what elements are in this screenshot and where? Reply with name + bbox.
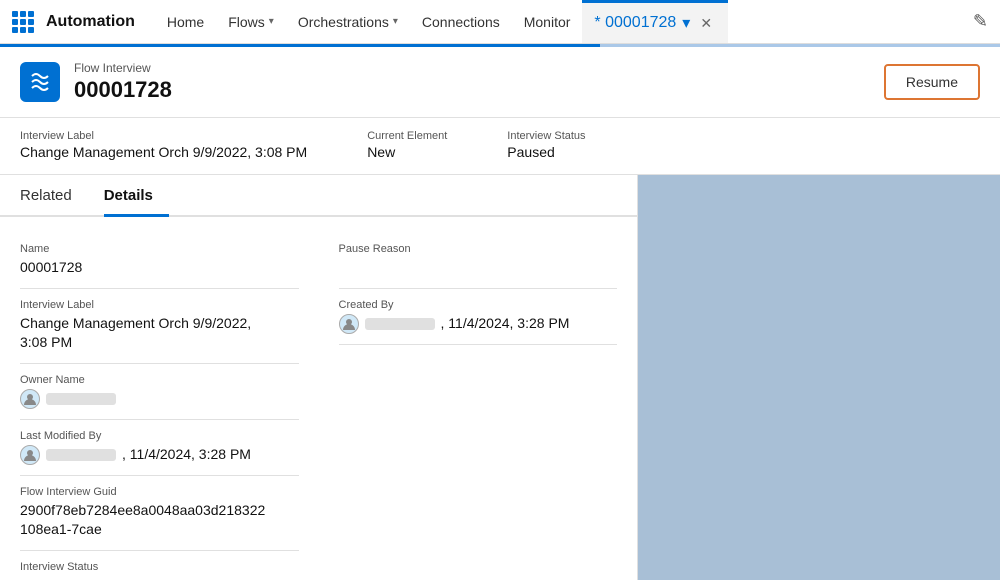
- detail-owner-name: Owner Name: [20, 364, 299, 420]
- record-header: Flow Interview 00001728 Resume: [0, 47, 1000, 118]
- app-name: Automation: [46, 13, 135, 31]
- field-value-current-element: New: [367, 144, 447, 160]
- detail-last-modified: Last Modified By , 11/4/2024, 3:28 PM: [20, 420, 299, 476]
- created-by-name: [365, 318, 435, 330]
- field-interview-label: Interview Label Change Management Orch 9…: [20, 130, 307, 160]
- owner-avatar: [20, 389, 40, 409]
- active-tab[interactable]: * 00001728 ▾ ✕: [582, 0, 728, 43]
- flows-chevron: ▾: [269, 16, 274, 27]
- field-value-interview-status: Paused: [507, 144, 585, 160]
- detail-flow-guid: Flow Interview Guid 2900f78eb7284ee8a004…: [20, 476, 299, 551]
- fields-row: Interview Label Change Management Orch 9…: [0, 118, 1000, 175]
- details-content: Name 00001728 Interview Label Change Man…: [0, 217, 637, 580]
- field-value-interview-label: Change Management Orch 9/9/2022, 3:08 PM: [20, 144, 307, 160]
- app-grid-icon[interactable]: [12, 11, 34, 33]
- created-by-avatar: [339, 314, 359, 334]
- tab-details[interactable]: Details: [104, 175, 169, 217]
- last-modified-avatar: [20, 445, 40, 465]
- pencil-icon[interactable]: ✎: [973, 11, 988, 32]
- orchestrations-chevron: ▾: [393, 16, 398, 27]
- created-by-date: , 11/4/2024, 3:28 PM: [441, 314, 570, 334]
- details-left-column: Name 00001728 Interview Label Change Man…: [20, 233, 299, 580]
- nav-item-connections[interactable]: Connections: [410, 0, 512, 43]
- field-label-current-element: Current Element: [367, 130, 447, 142]
- nav-bar: Automation Home Flows ▾ Orchestrations ▾…: [0, 0, 1000, 44]
- owner-name-value: [46, 393, 116, 405]
- tabs: Related Details: [0, 175, 637, 217]
- resume-button[interactable]: Resume: [884, 64, 980, 100]
- detail-interview-label: Interview Label Change Management Orch 9…: [20, 289, 299, 364]
- flow-icon: [28, 70, 52, 94]
- nav-item-home[interactable]: Home: [155, 0, 216, 43]
- left-panel: Related Details Name 00001728 Interview …: [0, 175, 638, 580]
- flow-icon-box: [20, 62, 60, 102]
- right-panel: [638, 175, 1000, 580]
- nav-item-flows[interactable]: Flows ▾: [216, 0, 286, 43]
- details-right-column: Pause Reason Created By , 11/4/2024, 3:2…: [339, 233, 618, 580]
- nav-item-monitor[interactable]: Monitor: [512, 0, 583, 43]
- detail-interview-status: Interview Status Paused: [20, 551, 299, 580]
- field-current-element: Current Element New: [367, 130, 447, 160]
- record-header-left: Flow Interview 00001728: [20, 61, 172, 103]
- main-content: Related Details Name 00001728 Interview …: [0, 175, 1000, 580]
- nav-menu: Home Flows ▾ Orchestrations ▾ Connection…: [155, 0, 728, 43]
- record-subtitle: Flow Interview: [74, 61, 172, 75]
- field-label-interview-label: Interview Label: [20, 130, 307, 142]
- nav-item-orchestrations[interactable]: Orchestrations ▾: [286, 0, 410, 43]
- field-label-interview-status: Interview Status: [507, 130, 585, 142]
- active-tab-chevron[interactable]: ▾: [682, 13, 690, 33]
- last-modified-date: , 11/4/2024, 3:28 PM: [122, 445, 251, 465]
- record-title-group: Flow Interview 00001728: [74, 61, 172, 103]
- last-modified-name: [46, 449, 116, 461]
- detail-pause-reason: Pause Reason: [339, 233, 618, 289]
- close-tab-button[interactable]: ✕: [696, 13, 716, 34]
- field-interview-status: Interview Status Paused: [507, 130, 585, 160]
- tab-related[interactable]: Related: [20, 175, 88, 217]
- record-title: 00001728: [74, 77, 172, 103]
- detail-name: Name 00001728: [20, 233, 299, 289]
- detail-created-by: Created By , 11/4/2024, 3:28 PM: [339, 289, 618, 345]
